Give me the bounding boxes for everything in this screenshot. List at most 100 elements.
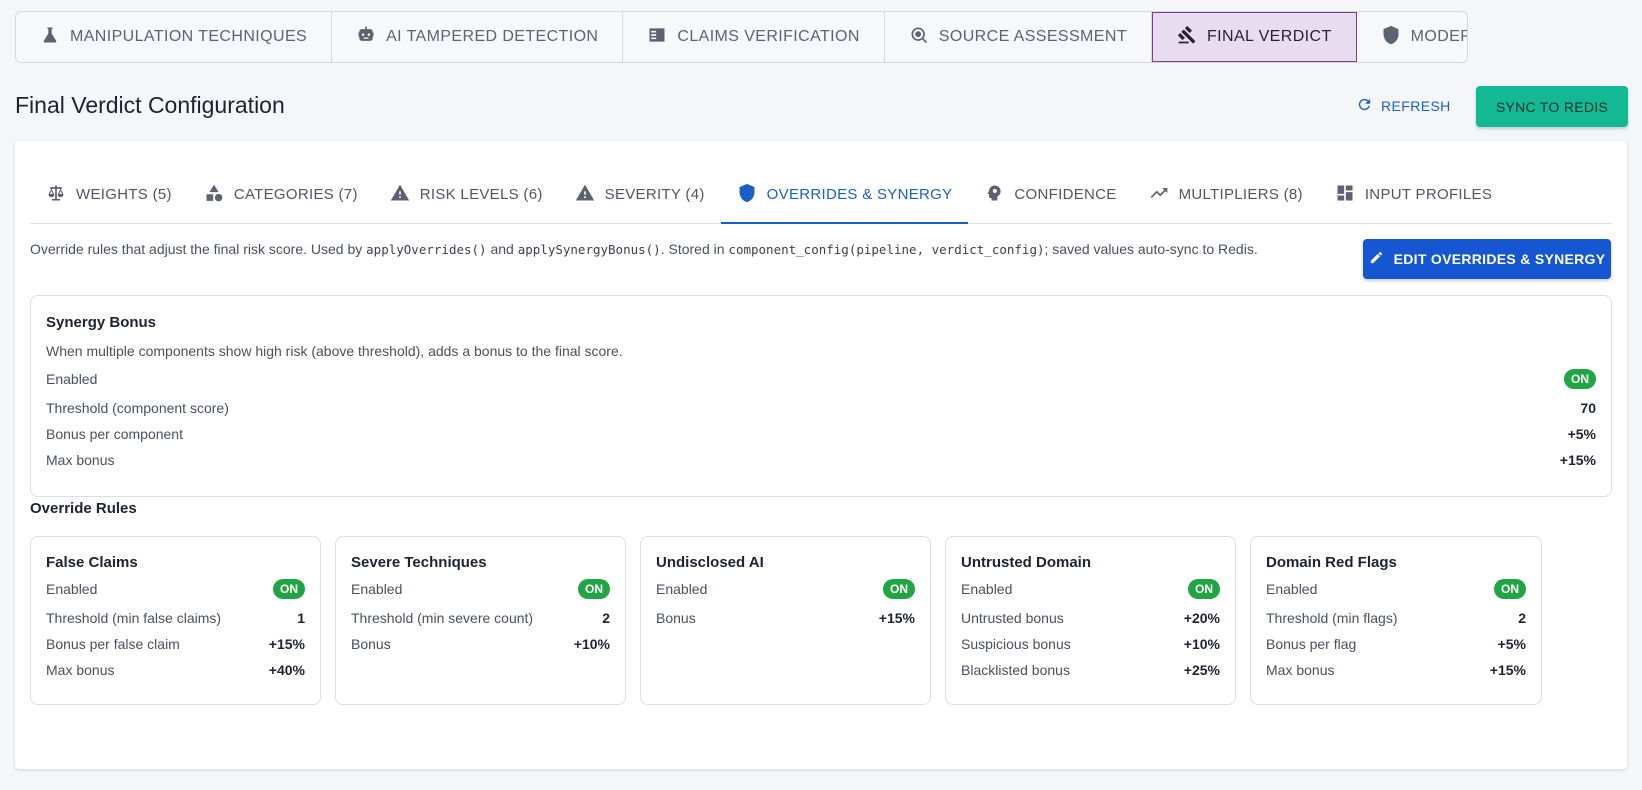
tab-final-verdict[interactable]: FINAL VERDICT [1152,12,1357,62]
pencil-icon [1369,250,1384,268]
row-label: Bonus per false claim [46,636,180,652]
desc-text: Override rules that adjust the final ris… [30,241,367,257]
row-label: Suspicious bonus [961,636,1071,652]
gavel-icon [1177,25,1197,50]
rule-card-false-claims: False Claims Enabled ON Threshold (min f… [30,536,321,705]
subtab-label: RISK LEVELS (6) [419,186,543,203]
tab-manipulation-techniques[interactable]: MANIPULATION TECHNIQUES [16,12,333,62]
row-label: Threshold (min false claims) [46,610,222,626]
synergy-bonus-panel: Synergy Bonus When multiple components s… [30,295,1612,497]
status-badge: ON [273,579,305,599]
warning-icon [390,183,410,207]
row-label: Enabled [961,581,1013,597]
edit-label: EDIT OVERRIDES & SYNERGY [1393,251,1606,267]
rule-row: Threshold (min false claims) 1 [46,607,305,629]
scale-icon [46,183,66,207]
row-value: +5% [1567,426,1596,442]
rule-row: Enabled ON [656,578,915,600]
tab-label: MODERATION [1410,28,1468,45]
row-label: Enabled [46,581,98,597]
subtab-input-profiles[interactable]: INPUT PROFILES [1319,166,1508,223]
synergy-row-threshold: Threshold (component score) 70 [46,397,1596,419]
row-value: +40% [268,662,305,678]
subtab-risk-levels[interactable]: RISK LEVELS (6) [374,166,559,223]
desc-text: and [486,241,518,257]
flask-icon [40,25,60,50]
psychology-icon [984,183,1004,207]
refresh-label: REFRESH [1381,98,1451,114]
config-card: WEIGHTS (5) CATEGORIES (7) RISK LEVELS (… [15,141,1627,769]
shapes-icon [204,183,224,207]
row-label: Bonus per flag [1266,636,1357,652]
rule-title: Undisclosed AI [656,554,764,571]
status-badge: ON [883,579,915,599]
synergy-title: Synergy Bonus [46,314,157,331]
row-value: 2 [602,610,610,626]
shield-icon [1381,25,1401,50]
subtab-label: CATEGORIES (7) [233,186,358,203]
desc-code: applyOverrides() [366,242,487,257]
page-title: Final Verdict Configuration [15,92,285,118]
tab-label: AI TAMPERED DETECTION [386,28,599,45]
subtab-confidence[interactable]: CONFIDENCE [968,166,1132,223]
subtab-label: OVERRIDES & SYNERGY [766,186,953,203]
subtab-label: SEVERITY (4) [604,186,705,203]
row-value: 2 [1518,610,1526,626]
row-label: Enabled [351,581,403,597]
trending-up-icon [1149,183,1169,207]
row-value: +25% [1183,662,1220,678]
synergy-description: When multiple components show high risk … [46,343,623,359]
rule-row: Enabled ON [351,578,610,600]
rule-card-severe-techniques: Severe Techniques Enabled ON Threshold (… [335,536,626,705]
desc-code: applySynergyBonus() [517,242,661,257]
tab-claims-verification[interactable]: CLAIMS VERIFICATION [623,12,885,62]
rule-card-undisclosed-ai: Undisclosed AI Enabled ON Bonus +15% [640,536,931,705]
rule-row: Max bonus +15% [1266,659,1526,681]
tab-label: FINAL VERDICT [1207,28,1332,45]
tab-moderation[interactable]: MODERATION [1357,12,1468,62]
fact-check-icon [647,25,667,50]
status-badge: ON [578,579,610,599]
subtab-label: INPUT PROFILES [1364,186,1493,203]
rule-title: Untrusted Domain [961,554,1092,571]
row-label: Blacklisted bonus [961,662,1070,678]
desc-code: component_config(pipeline, verdict_confi… [728,242,1045,257]
rule-row: Threshold (min severe count) 2 [351,607,610,629]
status-badge: ON [1564,369,1596,389]
rule-row: Bonus +15% [656,607,915,629]
desc-text: ; saved values auto-sync to Redis. [1044,241,1258,257]
subtab-severity[interactable]: SEVERITY (4) [559,166,721,223]
row-label: Bonus [351,636,391,652]
source-search-icon [909,25,929,50]
tab-label: CLAIMS VERIFICATION [677,28,860,45]
rule-row: Enabled ON [46,578,305,600]
row-value: 1 [297,610,305,626]
override-rules-title: Override Rules [30,500,137,517]
synergy-row-bonus: Bonus per component +5% [46,423,1596,445]
row-label: Bonus per component [46,426,183,442]
tab-source-assessment[interactable]: SOURCE ASSESSMENT [885,12,1152,62]
shield-icon [737,183,757,207]
row-value: +15% [1559,452,1596,468]
rule-row: Threshold (min flags) 2 [1266,607,1526,629]
rule-row: Blacklisted bonus +25% [961,659,1220,681]
subtab-categories[interactable]: CATEGORIES (7) [188,166,374,223]
refresh-button[interactable]: REFRESH [1356,96,1451,116]
edit-overrides-synergy-button[interactable]: EDIT OVERRIDES & SYNERGY [1363,239,1611,279]
rule-row: Enabled ON [961,578,1220,600]
rule-title: False Claims [46,554,138,571]
subtab-overrides-synergy[interactable]: OVERRIDES & SYNERGY [720,166,969,224]
sync-to-redis-button[interactable]: SYNC TO REDIS [1476,86,1628,127]
rule-row: Untrusted bonus +20% [961,607,1220,629]
row-value: +10% [1183,636,1220,652]
rule-title: Domain Red Flags [1266,554,1397,571]
overrides-description: Override rules that adjust the final ris… [30,241,1258,257]
robot-icon [356,25,376,50]
row-value: +20% [1183,610,1220,626]
tab-ai-tampered-detection[interactable]: AI TAMPERED DETECTION [332,12,624,62]
subtab-weights[interactable]: WEIGHTS (5) [30,166,188,223]
synergy-row-max-bonus: Max bonus +15% [46,449,1596,471]
row-value: +10% [573,636,610,652]
subtab-multipliers[interactable]: MULTIPLIERS (8) [1133,166,1319,223]
row-label: Max bonus [46,452,115,468]
